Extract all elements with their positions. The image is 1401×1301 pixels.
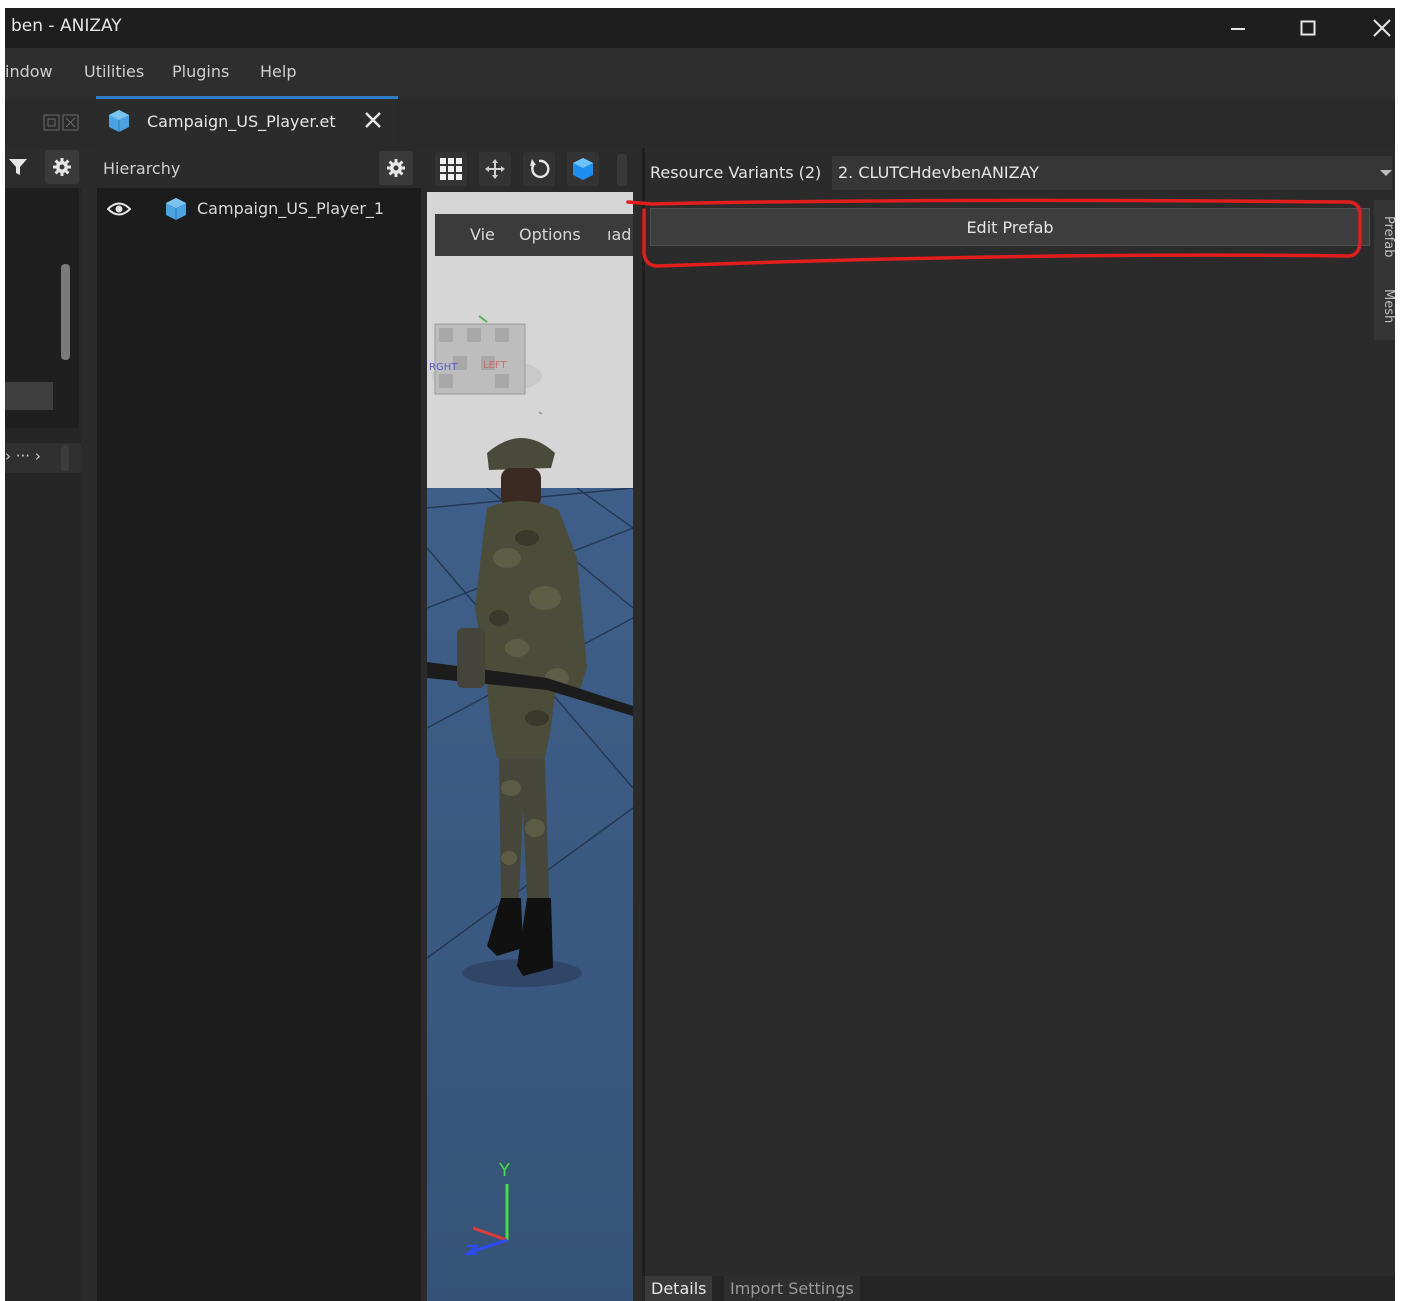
prefab-cube-icon <box>108 109 130 133</box>
hierarchy-title: Hierarchy <box>103 159 181 178</box>
resource-variants-label: Resource Variants (2) <box>650 163 822 182</box>
tab-import-settings[interactable]: Import Settings <box>724 1276 860 1301</box>
panel-splitter[interactable] <box>642 148 645 1276</box>
hierarchy-row[interactable]: Campaign_US_Player_1 <box>97 194 421 224</box>
character-model[interactable] <box>427 428 633 1008</box>
window-title: ben - ANIZAY <box>11 16 122 36</box>
hierarchy-header: Hierarchy <box>97 148 421 188</box>
bottom-tab-bar: Details Import Settings <box>642 1276 1395 1301</box>
menu-help[interactable]: Help <box>260 62 296 81</box>
resource-variants-value: 2. CLUTCHdevbenANIZAY <box>838 163 1040 182</box>
rotate-icon <box>530 159 550 179</box>
view-gizmo[interactable]: RGHT LEFT <box>427 304 547 414</box>
left-dock-panel: › ··· › <box>5 148 81 1301</box>
toolbar-overflow[interactable] <box>617 154 627 186</box>
filter-button[interactable] <box>7 156 29 178</box>
gizmo-label-left: LEFT <box>483 360 507 371</box>
tab-label: Campaign_US_Player.et <box>147 112 336 131</box>
gear-icon <box>53 158 71 176</box>
breadcrumb-scroll[interactable] <box>61 445 69 471</box>
breadcrumb: › ··· › <box>5 443 81 473</box>
left-toolbar <box>5 148 81 188</box>
axis-gizmo: Y <box>457 1158 527 1258</box>
view-cube-icon: RGHT LEFT <box>429 315 544 414</box>
chevron-down-icon <box>1380 168 1392 178</box>
close-icon <box>1373 19 1391 37</box>
3d-viewport[interactable]: RGHT LEFT Vie Options ıad Y <box>427 192 633 1301</box>
move-tool-button[interactable] <box>479 152 511 186</box>
title-bar: ben - ANIZAY <box>5 8 1395 48</box>
left-selected-row[interactable] <box>5 382 53 410</box>
minimize-icon <box>1231 28 1245 30</box>
hierarchy-item-label: Campaign_US_Player_1 <box>197 199 385 218</box>
filter-icon <box>9 159 27 175</box>
gear-icon <box>387 159 405 177</box>
minimize-button[interactable] <box>1213 8 1263 48</box>
menu-window[interactable]: indow <box>5 62 53 81</box>
gizmo-label-right: RGHT <box>429 362 458 373</box>
close-icon <box>365 112 381 128</box>
viewport-toolbar <box>427 148 641 192</box>
move-icon <box>485 159 505 179</box>
axis-y-label: Y <box>498 1160 511 1181</box>
tab-close-button[interactable] <box>360 105 386 135</box>
prefab-details-panel: Resource Variants (2) 2. CLUTCHdevbenANI… <box>626 148 1395 1301</box>
breadcrumb-text[interactable]: › ··· › <box>5 447 41 465</box>
red-outline-annotation <box>626 198 1362 268</box>
hierarchy-settings-button[interactable] <box>379 151 413 185</box>
menu-plugins[interactable]: Plugins <box>172 62 229 81</box>
viewport-menu-view[interactable]: Vie <box>470 225 495 244</box>
object-mode-button[interactable] <box>567 152 599 186</box>
annotation-highlight <box>622 188 1382 278</box>
maximize-icon <box>1300 20 1316 36</box>
tab-campaign-us-player[interactable]: Campaign_US_Player.et <box>96 96 398 145</box>
rotate-tool-button[interactable] <box>523 152 555 186</box>
maximize-button[interactable] <box>1283 8 1333 48</box>
grid-button[interactable] <box>435 152 467 186</box>
dock-buttons[interactable] <box>43 114 81 132</box>
cube-icon <box>573 158 593 180</box>
editor-window: ben - ANIZAY indow Utilities Plugins Hel… <box>5 8 1395 1301</box>
side-tab-mesh[interactable]: Mesh <box>1374 278 1395 334</box>
prefab-cube-icon <box>165 197 187 221</box>
dock-float-close-icon <box>43 114 79 131</box>
left-scrollbar-thumb[interactable] <box>61 264 70 360</box>
menu-utilities[interactable]: Utilities <box>84 62 144 81</box>
left-settings-button[interactable] <box>45 150 79 184</box>
hierarchy-panel: Hierarchy Campaign_US_Player_1 <box>97 148 421 1301</box>
close-window-button[interactable] <box>1357 8 1395 48</box>
menu-bar: indow Utilities Plugins Help <box>5 48 1395 98</box>
visibility-eye-icon[interactable] <box>107 200 131 218</box>
viewport-menu-options[interactable]: Options <box>519 225 581 244</box>
grid-icon <box>440 158 462 180</box>
viewport-menu-bar: Vie Options ıad <box>435 214 633 256</box>
axis-icon: Y <box>464 1160 511 1255</box>
resource-variants-dropdown[interactable]: 2. CLUTCHdevbenANIZAY <box>832 156 1392 190</box>
tab-details[interactable]: Details <box>645 1276 713 1301</box>
soldier-model-image <box>427 438 633 987</box>
